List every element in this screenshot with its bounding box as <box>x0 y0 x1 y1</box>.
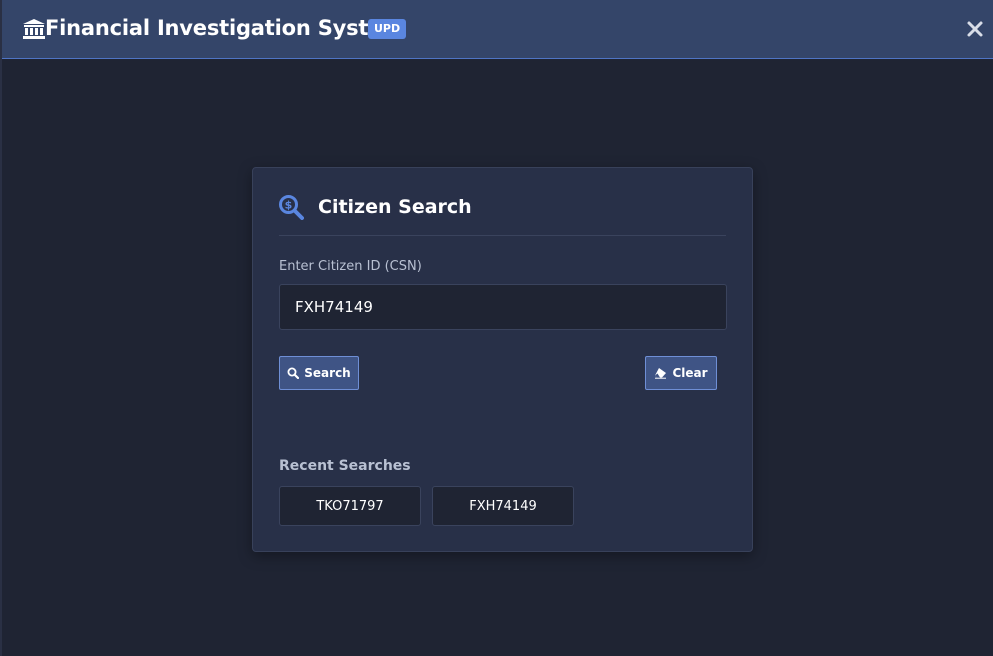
clear-button[interactable]: Clear <box>645 356 717 390</box>
recent-search-item[interactable]: FXH74149 <box>432 486 574 526</box>
search-dollar-icon: $ <box>278 194 304 220</box>
bank-icon <box>22 18 46 40</box>
update-badge: UPD <box>368 19 407 39</box>
search-icon <box>287 367 300 379</box>
svg-text:$: $ <box>285 199 293 212</box>
recent-search-item[interactable]: TKO71797 <box>279 486 421 526</box>
title-bar: Financial Investigation System UPD <box>2 0 993 59</box>
eraser-icon <box>654 367 667 379</box>
divider <box>279 235 726 236</box>
citizen-id-input[interactable] <box>279 284 727 330</box>
search-button[interactable]: Search <box>279 356 359 390</box>
search-button-label: Search <box>304 366 351 380</box>
citizen-id-label: Enter Citizen ID (CSN) <box>279 259 422 274</box>
panel-title: Citizen Search <box>318 196 472 218</box>
clear-button-label: Clear <box>672 366 708 380</box>
recent-searches-label: Recent Searches <box>279 458 411 474</box>
app-title: Financial Investigation System <box>45 16 404 40</box>
close-icon[interactable] <box>963 17 987 41</box>
citizen-search-panel: $ Citizen Search Enter Citizen ID (CSN) … <box>252 167 753 552</box>
app-window: Financial Investigation System UPD $ Cit… <box>0 0 993 656</box>
